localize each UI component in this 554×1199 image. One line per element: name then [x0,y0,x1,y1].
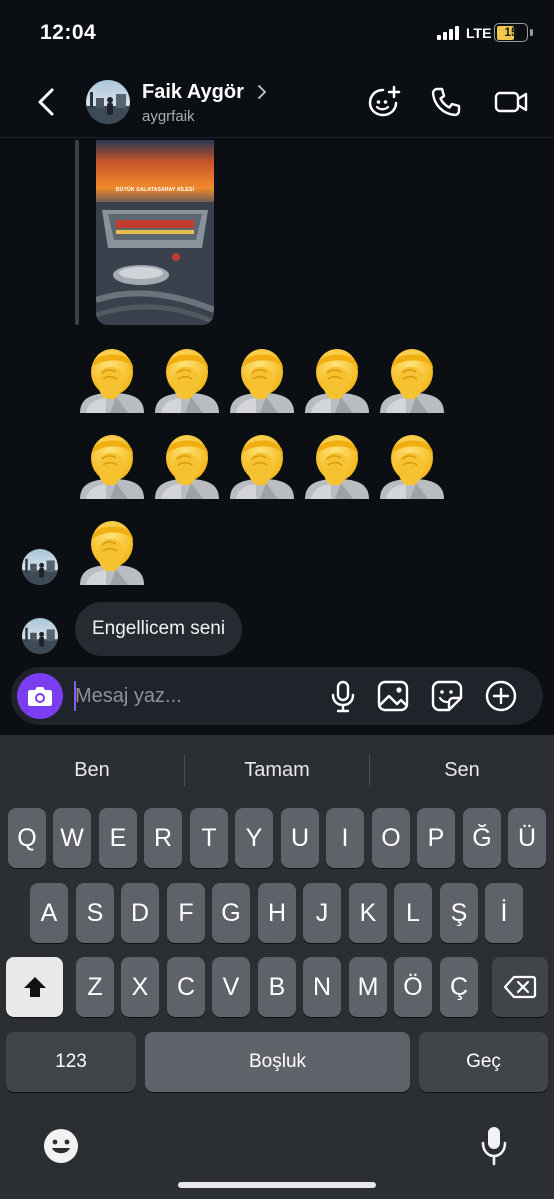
contact-username[interactable]: aygrfaik [142,108,195,125]
reply-indicator [75,140,79,325]
facepalm-emoji [301,341,373,413]
signal-icon [437,26,461,40]
key-u[interactable]: U [281,808,319,868]
key-g-breve[interactable]: Ğ [463,808,501,868]
story-caption: BÜYÜK GALATASARAY AİLESİ [115,187,195,193]
suggestion-3[interactable]: Sen [370,735,554,805]
sticker-icon [431,680,463,712]
facepalm-emoji [301,427,373,499]
key-n[interactable]: N [303,957,341,1017]
key-l[interactable]: L [394,883,432,943]
battery-tip [530,29,533,36]
backspace-key[interactable] [492,957,548,1017]
sender-avatar[interactable] [22,549,58,585]
back-button[interactable] [30,84,66,120]
facepalm-emoji [376,427,448,499]
numbers-key[interactable]: 123 [6,1032,136,1092]
effects-button[interactable] [366,84,402,120]
facepalm-emoji [226,427,298,499]
battery-icon: 15 [494,23,528,42]
phone-icon [431,87,461,117]
backspace-icon [503,975,537,999]
microphone-icon [331,680,355,713]
key-a[interactable]: A [30,883,68,943]
key-y[interactable]: Y [235,808,273,868]
facepalm-emoji [76,513,148,585]
voice-call-button[interactable] [428,84,464,120]
facepalm-emoji [226,341,298,413]
story-reply-image[interactable]: BÜYÜK GALATASARAY AİLESİ [96,140,214,325]
chat-header: Faik Aygör aygrfaik [0,66,554,138]
effects-icon [368,85,401,117]
suggestion-2[interactable]: Tamam [185,735,369,805]
key-v[interactable]: V [212,957,250,1017]
emoji-keyboard-icon[interactable] [42,1127,80,1165]
chevron-right-icon[interactable] [256,82,268,102]
return-key[interactable]: Geç [419,1032,548,1092]
key-h[interactable]: H [258,883,296,943]
message-input[interactable] [75,676,305,716]
contact-name[interactable]: Faik Aygör [142,81,244,104]
sender-avatar[interactable] [22,618,58,654]
key-b[interactable]: B [258,957,296,1017]
battery-level: 15 [504,25,518,39]
key-s[interactable]: S [76,883,114,943]
key-e[interactable]: E [99,808,137,868]
status-time: 12:04 [40,21,97,44]
facepalm-emoji [151,427,223,499]
key-i[interactable]: I [326,808,364,868]
gallery-icon [377,680,409,712]
message-composer [11,667,543,725]
key-q[interactable]: Q [8,808,46,868]
back-icon [38,88,54,116]
key-u-umlaut[interactable]: Ü [508,808,546,868]
key-j[interactable]: J [303,883,341,943]
camera-icon [28,687,52,706]
key-x[interactable]: X [121,957,159,1017]
message-bubble[interactable]: Engellicem seni [75,602,243,656]
stadium-photo [96,140,214,325]
camera-button[interactable] [17,673,63,719]
key-s-cedilla[interactable]: Ş [440,883,478,943]
key-f[interactable]: F [167,883,205,943]
key-i-dot[interactable]: İ [485,883,523,943]
status-bar: 12:04 LTE 15 [0,0,554,66]
space-key[interactable]: Boşluk [145,1032,410,1092]
shift-key[interactable] [6,957,63,1017]
key-p[interactable]: P [417,808,455,868]
home-indicator[interactable] [178,1182,376,1188]
shift-icon [23,977,46,997]
key-g[interactable]: G [212,883,250,943]
dictation-microphone-icon[interactable] [478,1125,510,1167]
key-z[interactable]: Z [76,957,114,1017]
video-call-button[interactable] [493,84,529,120]
key-r[interactable]: R [144,808,182,868]
gallery-button[interactable] [375,678,411,714]
facepalm-emoji [76,341,148,413]
key-c-cedilla[interactable]: Ç [440,957,478,1017]
key-o[interactable]: O [372,808,410,868]
facepalm-emoji [76,427,148,499]
suggestion-1[interactable]: Ben [0,735,184,805]
key-k[interactable]: K [349,883,387,943]
key-w[interactable]: W [53,808,91,868]
key-d[interactable]: D [121,883,159,943]
plus-icon [485,680,517,712]
sticker-button[interactable] [429,678,465,714]
facepalm-emoji [376,341,448,413]
key-m[interactable]: M [349,957,387,1017]
contact-avatar[interactable] [86,80,130,124]
keyboard: Ben Tamam Sen Q W E R T Y U I O P Ğ Ü A … [0,735,554,1199]
voice-message-button[interactable] [325,678,361,714]
video-camera-icon [494,91,528,113]
key-c[interactable]: C [167,957,205,1017]
key-o-umlaut[interactable]: Ö [394,957,432,1017]
network-label: LTE [466,25,492,41]
facepalm-emoji [151,341,223,413]
key-t[interactable]: T [190,808,228,868]
more-options-button[interactable] [483,678,519,714]
